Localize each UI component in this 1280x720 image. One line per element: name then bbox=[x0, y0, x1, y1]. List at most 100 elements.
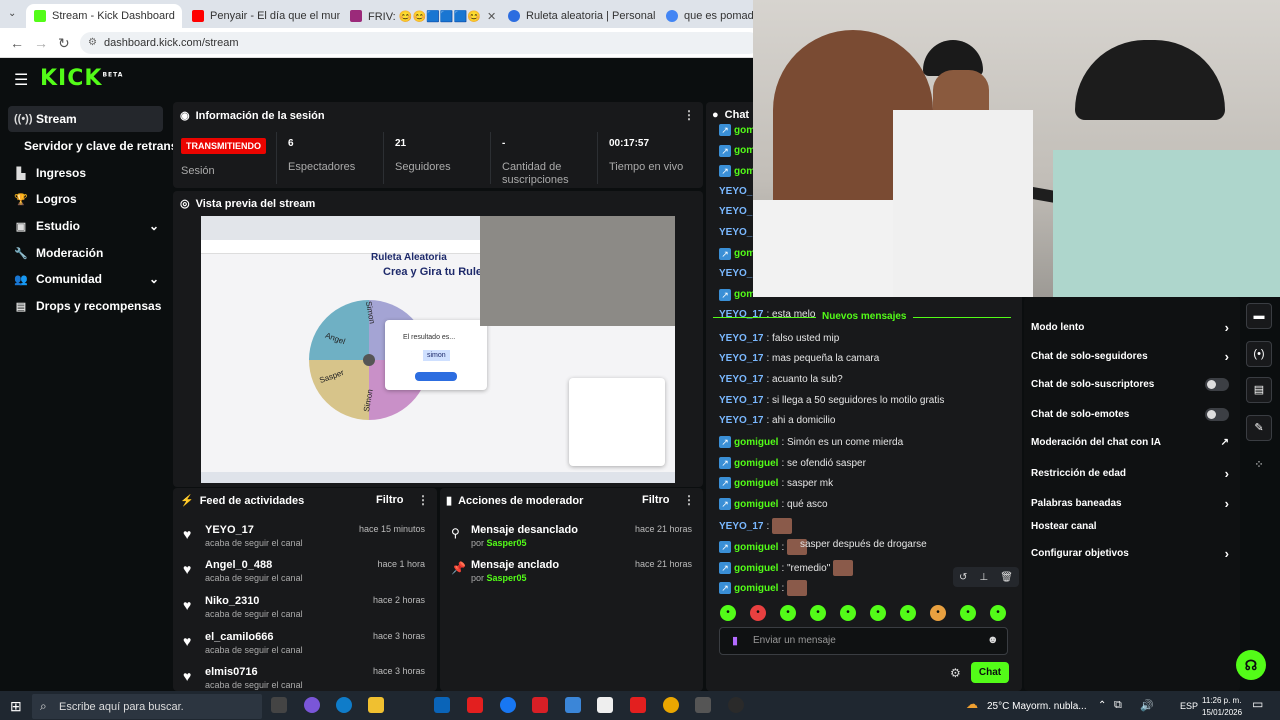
file-explorer-icon[interactable] bbox=[368, 697, 384, 713]
chat-username[interactable]: YEYO_17 bbox=[719, 374, 763, 385]
toggle-switch[interactable] bbox=[1205, 378, 1229, 391]
feed-item-name[interactable]: YEYO_17 bbox=[205, 524, 254, 536]
chat-username[interactable]: gomiguel bbox=[734, 499, 778, 510]
clock-date[interactable]: 15/01/2026 bbox=[1202, 708, 1242, 717]
site-info-icon[interactable]: ⚙ bbox=[88, 32, 97, 54]
chat-username[interactable]: YEYO_17 bbox=[719, 309, 763, 320]
toggle-switch[interactable] bbox=[1205, 408, 1229, 421]
url-field[interactable]: ⚙ dashboard.kick.com/stream bbox=[80, 32, 760, 54]
chat-bubble-icon[interactable]: ▬ bbox=[1246, 303, 1272, 329]
youtube-music-icon[interactable] bbox=[630, 697, 646, 713]
wrench-icon[interactable]: ✎ bbox=[1246, 415, 1272, 441]
chat-setting-7[interactable]: Hostear canal bbox=[1031, 521, 1229, 532]
sidebar-item-ingresos[interactable]: ▙ Ingresos bbox=[8, 160, 163, 186]
clock-time[interactable]: 11:26 p. m. bbox=[1202, 696, 1241, 705]
apps-icon[interactable]: ⁘ bbox=[1246, 453, 1272, 479]
forward-icon[interactable]: → bbox=[34, 35, 48, 51]
chat-setting-8[interactable]: Configurar objetivos › bbox=[1031, 546, 1229, 561]
emote-icon[interactable]: • bbox=[930, 605, 946, 621]
chat-username[interactable]: YEYO_17 bbox=[719, 333, 763, 344]
obs-icon[interactable] bbox=[728, 697, 744, 713]
close-icon[interactable]: ✕ bbox=[487, 10, 496, 23]
media-player-icon[interactable] bbox=[695, 697, 711, 713]
tab-google-search[interactable]: que es pomada de r bbox=[658, 4, 758, 28]
emoji-icon[interactable]: ☻ bbox=[987, 634, 999, 646]
emote-icon[interactable]: • bbox=[780, 605, 796, 621]
chat-setting-2[interactable]: Chat de solo-suscriptores bbox=[1031, 378, 1229, 391]
emote-icon[interactable]: • bbox=[990, 605, 1006, 621]
sidebar-item-moderacion[interactable]: 🔧 Moderación bbox=[8, 240, 163, 266]
back-icon[interactable]: ← bbox=[10, 35, 24, 51]
sidebar-item-logros[interactable]: 🏆 Logros bbox=[8, 186, 163, 212]
volume-icon[interactable]: 🔊 bbox=[1140, 699, 1154, 712]
emote-icon[interactable]: • bbox=[960, 605, 976, 621]
chat-username[interactable]: gomiguel bbox=[734, 542, 778, 553]
tab-penyair[interactable]: Penyair - El día que el mundo ✕ bbox=[184, 4, 340, 28]
feed-item-name[interactable]: el_camilo666 bbox=[205, 631, 274, 643]
tab-ruleta[interactable]: Ruleta aleatoria | Personaliza y ✕ bbox=[500, 4, 656, 28]
chat-username[interactable]: gomiguel bbox=[734, 563, 778, 574]
emote-icon[interactable]: • bbox=[810, 605, 826, 621]
pin-icon[interactable]: ⊥ bbox=[979, 572, 988, 583]
tab-list-icon[interactable]: ⌄ bbox=[8, 8, 16, 19]
chat-username[interactable]: gomiguel bbox=[734, 458, 778, 469]
sidebar-item-server-key[interactable]: Servidor y clave de retransm bbox=[18, 133, 188, 159]
sidebar-item-estudio[interactable]: ▣ Estudio ⌄ bbox=[8, 213, 163, 239]
feed-item-name[interactable]: elmis0716 bbox=[205, 666, 258, 678]
weather-text[interactable]: 25°C Mayorm. nubla... bbox=[987, 701, 1087, 712]
edge-icon[interactable] bbox=[336, 697, 352, 713]
tray-chevron-icon[interactable]: ⌃ bbox=[1098, 700, 1106, 711]
mod-user[interactable]: Sasper05 bbox=[487, 573, 527, 583]
mod-user[interactable]: Sasper05 bbox=[487, 538, 527, 548]
language-indicator[interactable]: ESP bbox=[1180, 701, 1198, 711]
tab-kick-dashboard[interactable]: Stream - Kick Dashboard ✕ bbox=[26, 4, 182, 28]
help-icon[interactable]: ☊ bbox=[1236, 650, 1266, 680]
chat-setting-1[interactable]: Chat de solo-seguidores › bbox=[1031, 349, 1229, 364]
reply-icon[interactable]: ↺ bbox=[959, 572, 967, 583]
broadcast-icon[interactable]: (•) bbox=[1246, 341, 1272, 367]
emote-icon[interactable]: • bbox=[720, 605, 736, 621]
windows-start-icon[interactable]: ⊞ bbox=[10, 698, 22, 715]
emote-icon[interactable]: • bbox=[750, 605, 766, 621]
chat-setting-5[interactable]: Restricción de edad › bbox=[1031, 466, 1229, 481]
more-options-icon[interactable]: ⋮ bbox=[683, 493, 695, 507]
chat-username[interactable]: YEYO_17 bbox=[719, 415, 763, 426]
chat-setting-3[interactable]: Chat de solo-emotes bbox=[1031, 408, 1229, 421]
sidebar-item-drops[interactable]: ▤ Drops y recompensas bbox=[8, 293, 163, 319]
task-view-icon[interactable] bbox=[271, 697, 287, 713]
sidebar-item-stream[interactable]: ((•)) Stream bbox=[8, 106, 163, 132]
feed-item-name[interactable]: Angel_0_488 bbox=[205, 559, 272, 571]
chrome-icon[interactable] bbox=[663, 697, 679, 713]
stream-preview-video[interactable]: Ruleta Aleatoria Crea y Gira tu Rule Sim… bbox=[201, 216, 675, 483]
delete-icon[interactable]: 🗑 bbox=[1000, 572, 1013, 583]
feed-item-name[interactable]: Niko_2310 bbox=[205, 595, 259, 607]
facebook-icon[interactable] bbox=[500, 697, 516, 713]
outlook-icon[interactable] bbox=[434, 697, 450, 713]
chat-username[interactable]: YEYO_17 bbox=[719, 395, 763, 406]
emote-icon[interactable]: • bbox=[900, 605, 916, 621]
feed-filter-button[interactable]: Filtro bbox=[376, 494, 404, 506]
mod-filter-button[interactable]: Filtro bbox=[642, 494, 670, 506]
more-options-icon[interactable]: ⋮ bbox=[417, 493, 429, 507]
wikipedia-icon[interactable] bbox=[597, 697, 613, 713]
kick-logo[interactable]: KICKBETA bbox=[40, 66, 123, 91]
taskbar-search[interactable]: ⌕ Escribe aquí para buscar. bbox=[32, 694, 262, 719]
youtube-icon[interactable] bbox=[467, 697, 483, 713]
sidebar-item-comunidad[interactable]: 👥 Comunidad ⌄ bbox=[8, 266, 163, 292]
reload-icon[interactable]: ↻ bbox=[58, 35, 70, 52]
menu-icon[interactable]: ☰ bbox=[14, 70, 28, 90]
tab-friv[interactable]: FRIV: 😊😊🟦🟦🟦😊 ✕ bbox=[342, 4, 498, 28]
settings-icon[interactable]: ⚙ bbox=[950, 666, 961, 680]
chat-username[interactable]: YEYO_17 bbox=[719, 521, 763, 532]
chat-send-button[interactable]: Chat bbox=[971, 662, 1009, 683]
app-icon[interactable] bbox=[565, 697, 581, 713]
network-icon[interactable]: ⧉ bbox=[1114, 699, 1122, 712]
chat-username[interactable]: YEYO_17 bbox=[719, 353, 763, 364]
microphone-icon[interactable]: ▮ bbox=[732, 634, 738, 647]
emote-icon[interactable]: • bbox=[840, 605, 856, 621]
more-options-icon[interactable]: ⋮ bbox=[683, 108, 695, 122]
emote-icon[interactable]: • bbox=[870, 605, 886, 621]
close-icon[interactable]: ✕ bbox=[181, 10, 182, 23]
chat-setting-4[interactable]: Moderación del chat con IA ↗ bbox=[1031, 437, 1229, 448]
notifications-icon[interactable]: ▭ bbox=[1252, 697, 1263, 711]
